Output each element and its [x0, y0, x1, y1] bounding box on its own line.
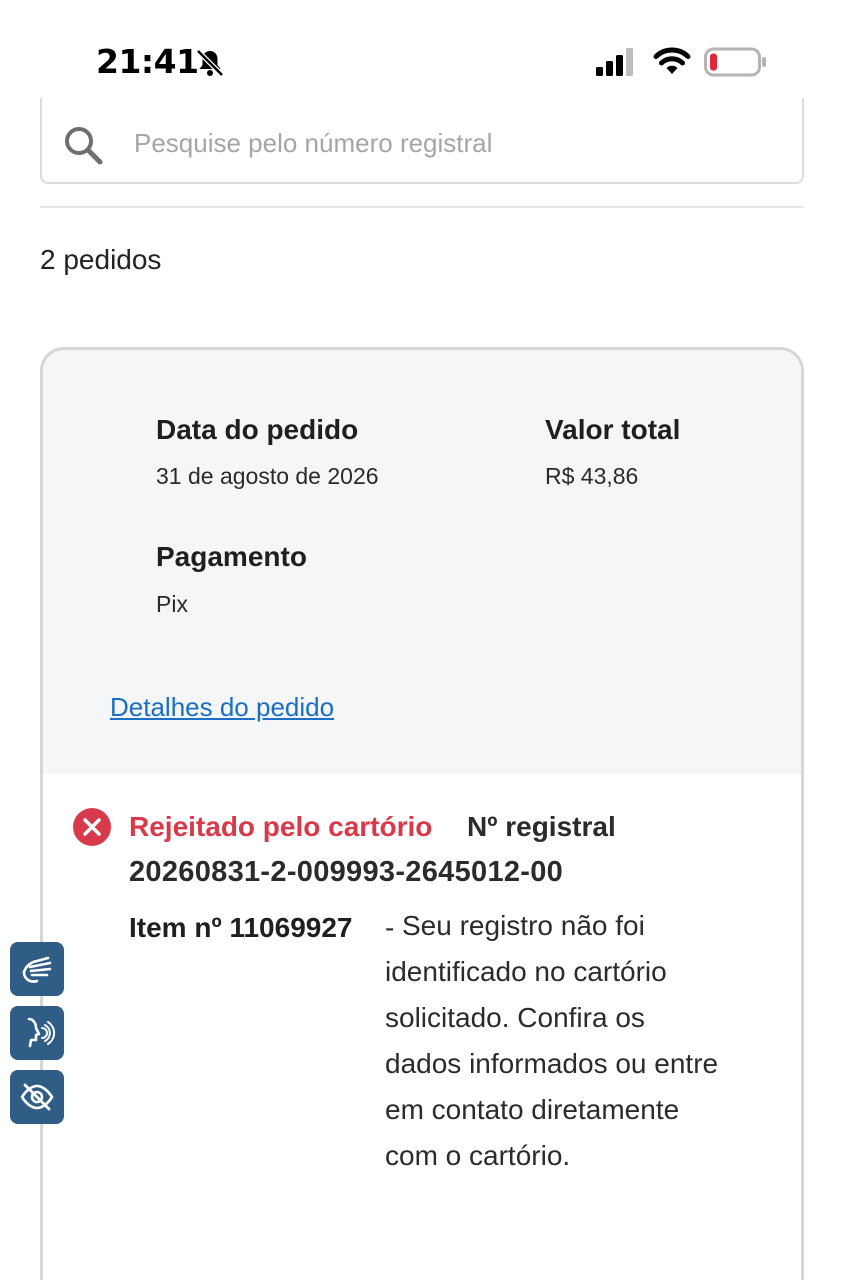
order-details-link[interactable]: Detalhes do pedido — [110, 692, 334, 723]
sign-language-button[interactable] — [10, 942, 64, 996]
orders-count: 2 pedidos — [40, 244, 162, 275]
hide-eye-icon — [20, 1083, 54, 1111]
order-date-label: Data do pedido — [156, 414, 359, 445]
error-icon — [73, 808, 111, 846]
wifi-icon — [653, 47, 691, 74]
item-message: Seu registro não foi identificado no car… — [385, 910, 719, 1171]
search-box[interactable] — [40, 98, 804, 184]
hide-widgets-button[interactable] — [10, 1070, 64, 1124]
search-icon — [65, 127, 103, 165]
registry-number: 20260831-2-009993-2645012-00 — [129, 856, 564, 888]
status-time: 21:41 — [96, 42, 199, 81]
cellular-signal-icon — [596, 48, 633, 76]
voice-reader-button[interactable] — [10, 1006, 64, 1060]
order-summary: Data do pedido 31 de agosto de 2026 Valo… — [43, 350, 801, 774]
payment-label: Pagamento — [156, 541, 307, 572]
battery-low-icon — [704, 47, 766, 77]
bell-muted-icon — [196, 49, 224, 77]
order-date-value: 31 de agosto de 2026 — [156, 463, 379, 489]
sign-language-icon — [22, 956, 52, 983]
item-label: Item nº 11069927 — [129, 912, 353, 943]
divider — [40, 206, 804, 208]
voice-reader-icon — [27, 1017, 55, 1048]
search-input[interactable] — [134, 118, 774, 168]
registry-label: Nº registral — [467, 811, 616, 842]
status-badge: Rejeitado pelo cartório — [129, 811, 433, 842]
total-value: R$ 43,86 — [545, 463, 639, 489]
total-value-label: Valor total — [545, 414, 681, 445]
order-card: Data do pedido 31 de agosto de 2026 Valo… — [40, 347, 804, 1280]
payment-value: Pix — [156, 591, 188, 617]
page: 21:41 2 pedid — [0, 0, 843, 1280]
